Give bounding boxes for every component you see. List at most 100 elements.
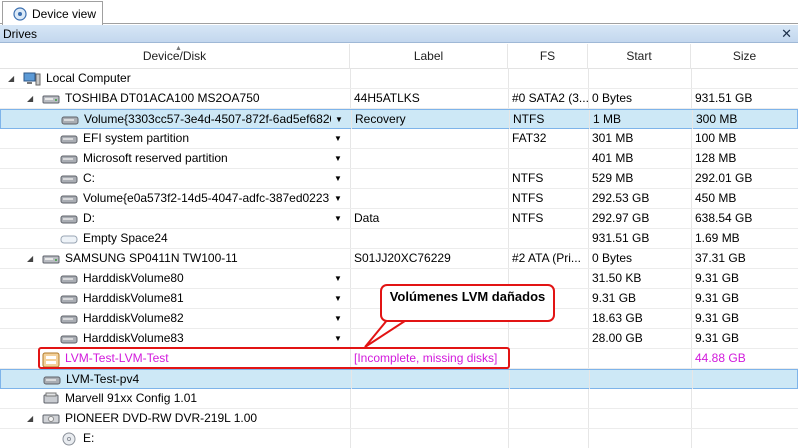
fs-cell — [509, 370, 589, 389]
start-cell — [588, 409, 691, 428]
volume-icon — [43, 373, 61, 389]
fs-cell: #0 SATA2 (3... — [508, 89, 588, 108]
column-size[interactable]: Size — [691, 44, 798, 69]
fs-cell — [508, 149, 588, 168]
size-cell: 44.88 GB — [691, 349, 798, 368]
device-name: Empty Space24 — [83, 231, 168, 245]
device-cell: Volume{3303cc57-3e4d-4507-872f-6ad5ef682… — [1, 110, 351, 129]
tree-row[interactable]: Volume{3303cc57-3e4d-4507-872f-6ad5ef682… — [0, 109, 798, 129]
volume-icon — [60, 332, 78, 348]
size-cell: 100 MB — [691, 129, 798, 148]
device-name: Marvell 91xx Config 1.01 — [65, 391, 198, 405]
device-cell: EFI system partition ▼ — [0, 129, 350, 148]
chevron-down-icon[interactable]: ▼ — [334, 289, 342, 308]
device-cell: HarddiskVolume82 ▼ — [0, 309, 350, 328]
fs-cell: NTFS — [509, 110, 589, 129]
device-cell: D: ▼ — [0, 209, 350, 228]
sort-ascending-icon: ▲ — [175, 45, 182, 52]
size-cell — [691, 389, 798, 408]
device-name: Volume{3303cc57-3e4d-4507-872f-6ad5ef682… — [84, 112, 331, 126]
volume-icon — [60, 192, 78, 208]
close-icon[interactable]: ✕ — [781, 26, 792, 41]
volume-icon — [60, 312, 78, 328]
device-name: Local Computer — [46, 71, 131, 85]
tree-row[interactable]: LVM-Test-pv4 — [0, 369, 798, 389]
device-cell: ◢ SAMSUNG SP0411N TW100-11 — [0, 249, 350, 268]
device-name: Microsoft reserved partition — [83, 151, 228, 165]
chevron-down-icon[interactable]: ▼ — [334, 169, 342, 188]
fs-cell: NTFS — [508, 169, 588, 188]
device-name: Volume{e0a573f2-14d5-4047-adfc-387ed0223… — [83, 191, 330, 205]
expand-arrow-icon[interactable]: ◢ — [27, 89, 33, 108]
column-start[interactable]: Start — [588, 44, 691, 69]
device-name: LVM-Test-pv4 — [66, 372, 140, 386]
size-cell: 128 MB — [691, 149, 798, 168]
device-name: HarddiskVolume82 — [83, 311, 184, 325]
size-cell: 292.01 GB — [691, 169, 798, 188]
device-cell: Marvell 91xx Config 1.01 — [0, 389, 350, 408]
expand-arrow-icon[interactable]: ◢ — [27, 409, 33, 428]
column-label[interactable]: Label — [350, 44, 508, 69]
volume-icon — [60, 132, 78, 148]
chevron-down-icon[interactable]: ▼ — [334, 149, 342, 168]
start-cell — [588, 389, 691, 408]
drives-panel-header: Drives ✕ — [0, 25, 798, 43]
tree-row[interactable]: ◢ Local Computer — [0, 69, 798, 89]
label-cell — [350, 149, 508, 168]
fs-cell: NTFS — [508, 189, 588, 208]
expand-arrow-icon[interactable]: ◢ — [27, 249, 33, 268]
size-cell: 638.54 GB — [691, 209, 798, 228]
volume-icon — [60, 152, 78, 168]
size-cell: 1.69 MB — [691, 229, 798, 248]
chevron-down-icon[interactable]: ▼ — [334, 129, 342, 148]
tab-device-view[interactable]: Device view — [2, 1, 103, 25]
tree-row[interactable]: Empty Space24 931.51 GB 1.69 MB — [0, 229, 798, 249]
device-name: HarddiskVolume81 — [83, 291, 184, 305]
fs-cell: #2 ATA (Pri... — [508, 249, 588, 268]
size-cell: 9.31 GB — [691, 289, 798, 308]
chevron-down-icon[interactable]: ▼ — [334, 329, 342, 348]
hard-disk-icon — [42, 92, 60, 108]
label-cell — [350, 69, 508, 88]
tree-row[interactable]: Microsoft reserved partition ▼ 401 MB 128 M… — [0, 149, 798, 169]
tree-row[interactable]: ◢ TOSHIBA DT01ACA100 MS2OA750 44H5ATLKS #0 … — [0, 89, 798, 109]
damaged-lvm-highlight — [38, 347, 510, 369]
device-name: E: — [83, 431, 95, 445]
fs-cell: NTFS — [508, 209, 588, 228]
empty-space-icon — [60, 232, 78, 248]
chevron-down-icon[interactable]: ▼ — [335, 110, 343, 129]
tree-row[interactable]: Volume{e0a573f2-14d5-4047-adfc-387ed0223… — [0, 189, 798, 209]
size-cell: 9.31 GB — [691, 329, 798, 348]
volume-icon — [61, 113, 79, 129]
start-cell: 0 Bytes — [588, 249, 691, 268]
start-cell — [589, 370, 692, 389]
start-cell: 31.50 KB — [588, 269, 691, 288]
chevron-down-icon[interactable]: ▼ — [334, 269, 342, 288]
tree-row[interactable]: ◢ PIONEER DVD-RW DVR-219L 1.00 — [0, 409, 798, 429]
chevron-down-icon[interactable]: ▼ — [334, 189, 342, 208]
tree-row[interactable]: Marvell 91xx Config 1.01 — [0, 389, 798, 409]
computer-icon — [23, 72, 41, 88]
tab-strip: Device view — [0, 0, 798, 25]
tree-row[interactable]: C: ▼ NTFS 529 MB 292.01 GB — [0, 169, 798, 189]
device-cell: Empty Space24 — [0, 229, 350, 248]
tree-row[interactable]: EFI system partition ▼ FAT32 301 MB 100 MB — [0, 129, 798, 149]
device-name: EFI system partition — [83, 131, 190, 145]
expand-arrow-icon[interactable]: ◢ — [8, 69, 14, 88]
column-fs[interactable]: FS — [508, 44, 588, 69]
start-cell: 292.53 GB — [588, 189, 691, 208]
chevron-down-icon[interactable]: ▼ — [334, 309, 342, 328]
start-cell: 931.51 GB — [588, 229, 691, 248]
tree-row[interactable]: ◢ SAMSUNG SP0411N TW100-11 S01JJ20XC76229 #… — [0, 249, 798, 269]
label-cell: 44H5ATLKS — [350, 89, 508, 108]
label-cell — [350, 229, 508, 248]
fs-cell — [508, 389, 588, 408]
device-name: SAMSUNG SP0411N TW100-11 — [65, 251, 238, 265]
start-cell — [588, 69, 691, 88]
device-name: D: — [83, 211, 95, 225]
chevron-down-icon[interactable]: ▼ — [334, 209, 342, 228]
tree-row[interactable]: E: — [0, 429, 798, 448]
device-name: C: — [83, 171, 95, 185]
label-cell — [350, 129, 508, 148]
tree-row[interactable]: D: ▼ Data NTFS 292.97 GB 638.54 GB — [0, 209, 798, 229]
